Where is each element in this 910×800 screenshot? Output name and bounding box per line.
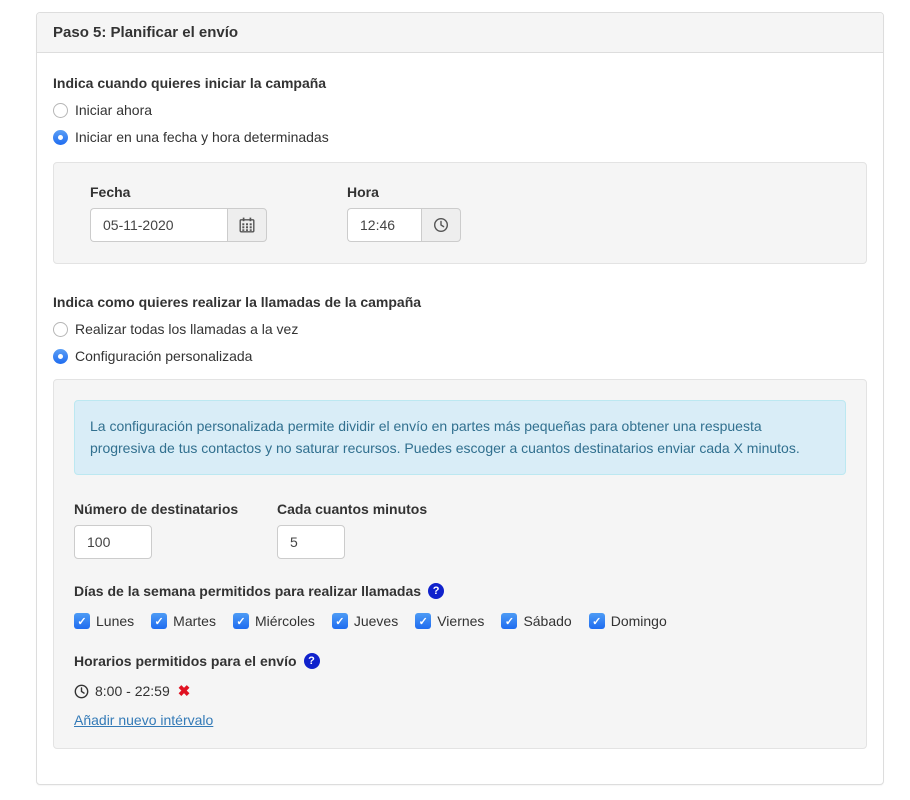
interval-value: 8:00 - 22:59 [95,683,170,699]
day-label: Sábado [523,613,571,629]
time-label: Hora [347,184,459,200]
checkbox-checked-icon[interactable]: ✓ [74,613,90,629]
day-checkbox-martes[interactable]: ✓ Martes [151,613,216,629]
remove-interval-icon[interactable]: ✖ [178,682,191,700]
radio-on-icon[interactable] [53,130,68,145]
checkbox-checked-icon[interactable]: ✓ [332,613,348,629]
day-label: Viernes [437,613,484,629]
radio-todas-a-la-vez[interactable]: Realizar todas los llamadas a la vez [53,320,867,338]
question-icon[interactable]: ? [304,653,320,669]
day-checkbox-sabado[interactable]: ✓ Sábado [501,613,571,629]
day-label: Jueves [354,613,398,629]
calendar-addon-button[interactable] [227,208,267,242]
radio-on-icon[interactable] [53,349,68,364]
checkbox-checked-icon[interactable]: ✓ [151,613,167,629]
checkbox-checked-icon[interactable]: ✓ [415,613,431,629]
interval-row: 8:00 - 22:59 ✖ [74,682,846,700]
day-checkbox-miercoles[interactable]: ✓ Miércoles [233,613,315,629]
date-label: Fecha [90,184,267,200]
hours-label-row: Horarios permitidos para el envío ? [74,653,846,669]
checkbox-checked-icon[interactable]: ✓ [233,613,249,629]
clock-addon-button[interactable] [421,208,461,242]
day-label: Lunes [96,613,134,629]
clock-icon [433,217,449,233]
recipients-input[interactable] [74,525,152,559]
date-field-group: Fecha [90,184,267,242]
panel-body: Indica cuando quieres iniciar la campaña… [37,53,883,784]
step5-panel: Paso 5: Planificar el envío Indica cuand… [36,12,884,785]
recipients-label: Número de destinatarios [74,501,277,517]
day-label: Miércoles [255,613,315,629]
radio-label: Iniciar ahora [75,101,152,119]
checkbox-checked-icon[interactable]: ✓ [589,613,605,629]
checkbox-checked-icon[interactable]: ✓ [501,613,517,629]
date-input[interactable] [90,208,227,242]
day-label: Martes [173,613,216,629]
date-input-group [90,208,267,242]
days-checkbox-row: ✓ Lunes ✓ Martes ✓ Miércoles ✓ Jueves ✓ [74,613,846,629]
radio-iniciar-fecha-hora[interactable]: Iniciar en una fecha y hora determinadas [53,128,867,146]
days-label: Días de la semana permitidos para realiz… [74,583,421,599]
radio-off-icon[interactable] [53,103,68,118]
hours-label: Horarios permitidos para el envío [74,653,297,669]
radio-label: Configuración personalizada [75,347,252,365]
minutes-label: Cada cuantos minutos [277,501,427,517]
calendar-icon [239,217,255,233]
schedule-panel: Fecha [53,162,867,264]
time-input[interactable] [347,208,421,242]
throttle-form-row: Número de destinatarios Cada cuantos min… [74,501,846,559]
minutes-input[interactable] [277,525,345,559]
start-section-label: Indica cuando quieres iniciar la campaña [53,75,867,91]
day-checkbox-domingo[interactable]: ✓ Domingo [589,613,667,629]
radio-label: Realizar todas los llamadas a la vez [75,320,298,338]
day-checkbox-jueves[interactable]: ✓ Jueves [332,613,398,629]
days-label-row: Días de la semana permitidos para realiz… [74,583,846,599]
day-checkbox-lunes[interactable]: ✓ Lunes [74,613,134,629]
question-icon[interactable]: ? [428,583,444,599]
radio-off-icon[interactable] [53,322,68,337]
interval-clock-icon [74,684,89,699]
radio-iniciar-ahora[interactable]: Iniciar ahora [53,101,867,119]
day-checkbox-viernes[interactable]: ✓ Viernes [415,613,484,629]
mode-section-label: Indica como quieres realizar la llamadas… [53,294,867,310]
time-input-group [347,208,459,242]
recipients-field-group: Número de destinatarios [74,501,277,559]
custom-config-panel: La configuración personalizada permite d… [53,379,867,749]
day-label: Domingo [611,613,667,629]
radio-label: Iniciar en una fecha y hora determinadas [75,128,329,146]
panel-title: Paso 5: Planificar el envío [37,13,883,53]
add-interval-link[interactable]: Añadir nuevo intérvalo [74,712,213,728]
radio-configuracion-personalizada[interactable]: Configuración personalizada [53,347,867,365]
info-alert: La configuración personalizada permite d… [74,400,846,475]
time-field-group: Hora [347,184,459,242]
minutes-field-group: Cada cuantos minutos [277,501,427,559]
